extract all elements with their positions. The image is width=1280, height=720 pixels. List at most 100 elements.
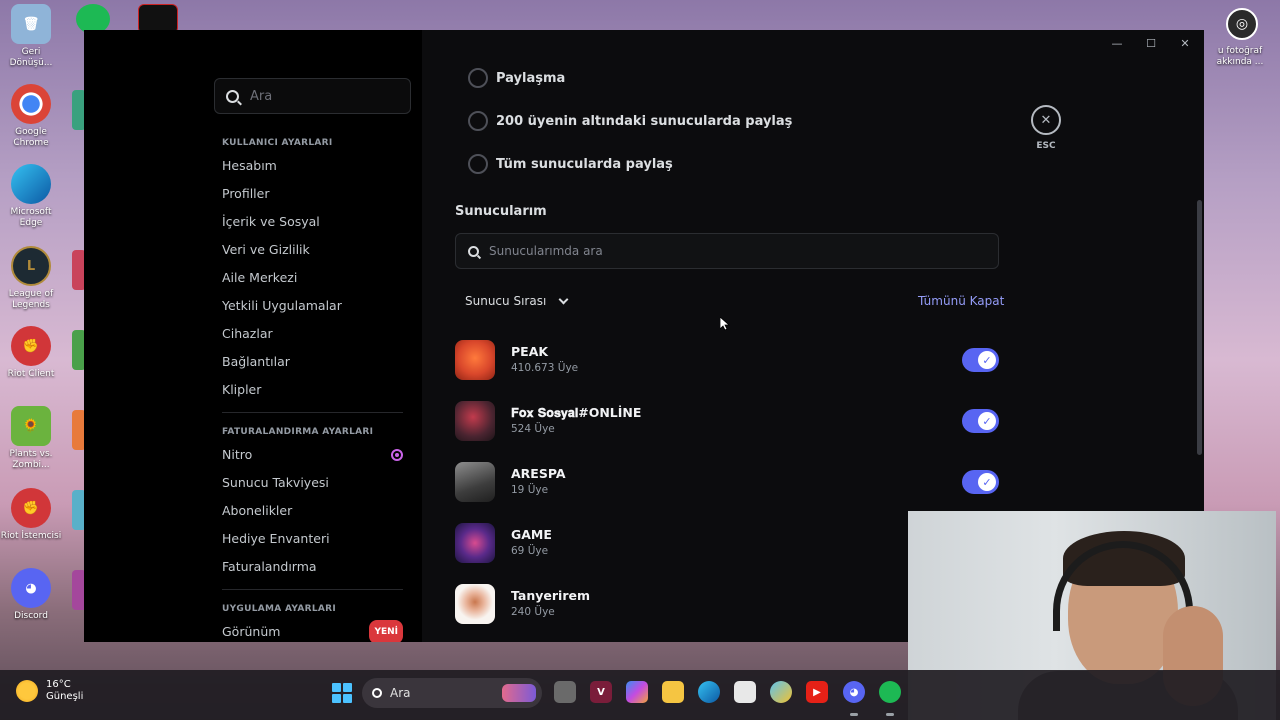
maximize-button[interactable]: ☐	[1136, 36, 1166, 52]
radio-button[interactable]	[468, 154, 488, 174]
sidebar-item-label: Aile Merkezi	[222, 270, 298, 285]
servers-search-input[interactable]: Sunucularımda ara	[455, 233, 999, 269]
riot-istemcisi-icon: ✊	[11, 488, 51, 528]
app-icon[interactable]	[770, 681, 792, 703]
youtube-icon[interactable]: ▶	[806, 681, 828, 703]
sidebar-item-label: Faturalandırma	[222, 559, 317, 574]
search-icon	[468, 245, 479, 257]
edge-icon	[11, 164, 51, 204]
sidebar-item-connections[interactable]: Bağlantılar	[214, 348, 411, 376]
search-icon	[226, 89, 239, 103]
section-header-billing: FATURALANDIRMA AYARLARI	[222, 427, 374, 437]
sidebar-item-subscriptions[interactable]: Abonelikler	[214, 497, 411, 525]
section-header-user-settings: KULLANICI AYARLARI	[222, 138, 333, 148]
league-icon: L	[11, 246, 51, 286]
copilot-icon[interactable]	[626, 681, 648, 703]
radio-option-under-200[interactable]: 200 üyenin altındaki sunucularda paylaş	[468, 111, 792, 131]
sidebar-item-label: Bağlantılar	[222, 354, 290, 369]
settings-sidebar: Ara KULLANICI AYARLARI Hesabım Profiller…	[84, 30, 422, 642]
server-sort-dropdown[interactable]: Sunucu Sırası	[465, 294, 569, 308]
taskbar-search[interactable]: Ara	[362, 678, 542, 708]
sidebar-item-server-boost[interactable]: Sunucu Takviyesi	[214, 469, 411, 497]
server-members: 410.673 Üye	[511, 362, 579, 374]
sidebar-item-label: İçerik ve Sosyal	[222, 214, 320, 229]
radio-option-dont-share[interactable]: Paylaşma	[468, 68, 565, 88]
sidebar-item-gift-inventory[interactable]: Hediye Envanteri	[214, 525, 411, 553]
sidebar-item-data-privacy[interactable]: Veri ve Gizlilik	[214, 236, 411, 264]
server-avatar	[455, 462, 495, 502]
desktop-icon-label: League of Legends	[8, 289, 54, 310]
start-button[interactable]	[332, 683, 352, 703]
plants-vs-zombies-shortcut[interactable]: 🌻 Plants vs. Zombi...	[0, 406, 62, 471]
discord-shortcut[interactable]: ◕ Discord	[0, 568, 62, 622]
server-avatar	[455, 584, 495, 624]
divider	[222, 412, 403, 413]
sidebar-item-content-social[interactable]: İçerik ve Sosyal	[214, 208, 411, 236]
camera-app-icon[interactable]: ◎	[1226, 8, 1258, 40]
store-icon[interactable]	[734, 681, 756, 703]
sidebar-item-family-center[interactable]: Aile Merkezi	[214, 264, 411, 292]
temperature: 16°C	[46, 679, 71, 690]
sidebar-item-profiles[interactable]: Profiller	[214, 180, 411, 208]
sidebar-item-authorized-apps[interactable]: Yetkili Uygulamalar	[214, 292, 411, 320]
edge-taskbar-icon[interactable]	[698, 681, 720, 703]
server-members: 524 Üye	[511, 423, 555, 435]
settings-search-input[interactable]: Ara	[214, 78, 411, 114]
league-shortcut[interactable]: L League of Legends	[0, 246, 62, 311]
minimize-button[interactable]: —	[1102, 36, 1132, 52]
search-placeholder: Sunucularımda ara	[489, 244, 603, 258]
check-icon: ✓	[978, 351, 996, 369]
server-row: ARESPA 19 Üye ✓	[455, 460, 999, 504]
spotify-taskbar-icon[interactable]	[879, 681, 901, 703]
file-explorer-icon[interactable]	[662, 681, 684, 703]
plants-vs-zombies-icon: 🌻	[11, 406, 51, 446]
server-name: ARESPA	[511, 466, 566, 481]
chrome-shortcut[interactable]: Google Chrome	[0, 84, 62, 149]
task-view-icon[interactable]	[554, 681, 576, 703]
app-v-icon[interactable]: V	[590, 681, 612, 703]
windows-logo-tile	[343, 694, 352, 703]
close-window-button[interactable]: ✕	[1170, 36, 1200, 52]
discord-taskbar-icon[interactable]: ◕	[843, 681, 865, 703]
server-row: PEAK 410.673 Üye ✓	[455, 338, 999, 382]
window-controls: — ☐ ✕	[1102, 36, 1200, 52]
riot-istemcisi-shortcut[interactable]: ✊ Riot İstemcisi	[0, 488, 62, 542]
radio-button[interactable]	[468, 111, 488, 131]
taskbar: 16°C Güneşli Ara V ▶ ◕	[0, 670, 1280, 720]
radio-button[interactable]	[468, 68, 488, 88]
sidebar-item-label: Veri ve Gizlilik	[222, 242, 310, 257]
sidebar-item-label: Abonelikler	[222, 503, 293, 518]
server-toggle[interactable]: ✓	[962, 409, 999, 433]
sidebar-item-clips[interactable]: Klipler	[214, 376, 411, 404]
scrollbar[interactable]	[1197, 200, 1202, 455]
edge-shortcut[interactable]: Microsoft Edge	[0, 164, 62, 229]
server-avatar	[455, 401, 495, 441]
desktop-icon-label: Google Chrome	[13, 127, 49, 148]
active-indicator	[850, 713, 858, 716]
server-row: 𝐅𝐨𝐱 𝐒𝐨𝐬𝐲𝐚𝐥#ONLİNE 524 Üye ✓	[455, 399, 999, 443]
sidebar-item-billing[interactable]: Faturalandırma	[214, 553, 411, 581]
sidebar-item-nitro[interactable]: Nitro	[214, 441, 411, 469]
desktop-icon-label: Riot Client	[7, 369, 55, 379]
search-icon	[372, 688, 382, 698]
active-indicator	[886, 713, 894, 716]
radio-option-all-servers[interactable]: Tüm sunucularda paylaş	[468, 154, 673, 174]
server-toggle[interactable]: ✓	[962, 348, 999, 372]
sidebar-item-devices[interactable]: Cihazlar	[214, 320, 411, 348]
search-placeholder: Ara	[390, 686, 411, 700]
close-all-button[interactable]: Tümünü Kapat	[918, 294, 1004, 308]
server-avatar	[455, 523, 495, 563]
server-avatar	[455, 340, 495, 380]
server-toggle[interactable]: ✓	[962, 470, 999, 494]
sort-label: Sunucu Sırası	[465, 294, 547, 308]
riot-client-shortcut[interactable]: ✊ Riot Client	[0, 326, 62, 380]
sidebar-item-my-account[interactable]: Hesabım	[214, 152, 411, 180]
sidebar-item-appearance[interactable]: Görünüm YENİ	[214, 618, 411, 642]
check-icon: ✓	[978, 412, 996, 430]
recycle-bin-shortcut[interactable]: 🗑 Geri Dönüşü...	[0, 4, 62, 69]
servers-section-title: Sunucularım	[455, 204, 547, 219]
weather-widget[interactable]: 16°C Güneşli	[16, 679, 83, 703]
sun-icon	[16, 680, 38, 702]
close-settings-button[interactable]: ✕ ESC	[1031, 105, 1061, 151]
new-badge: YENİ	[369, 620, 403, 642]
